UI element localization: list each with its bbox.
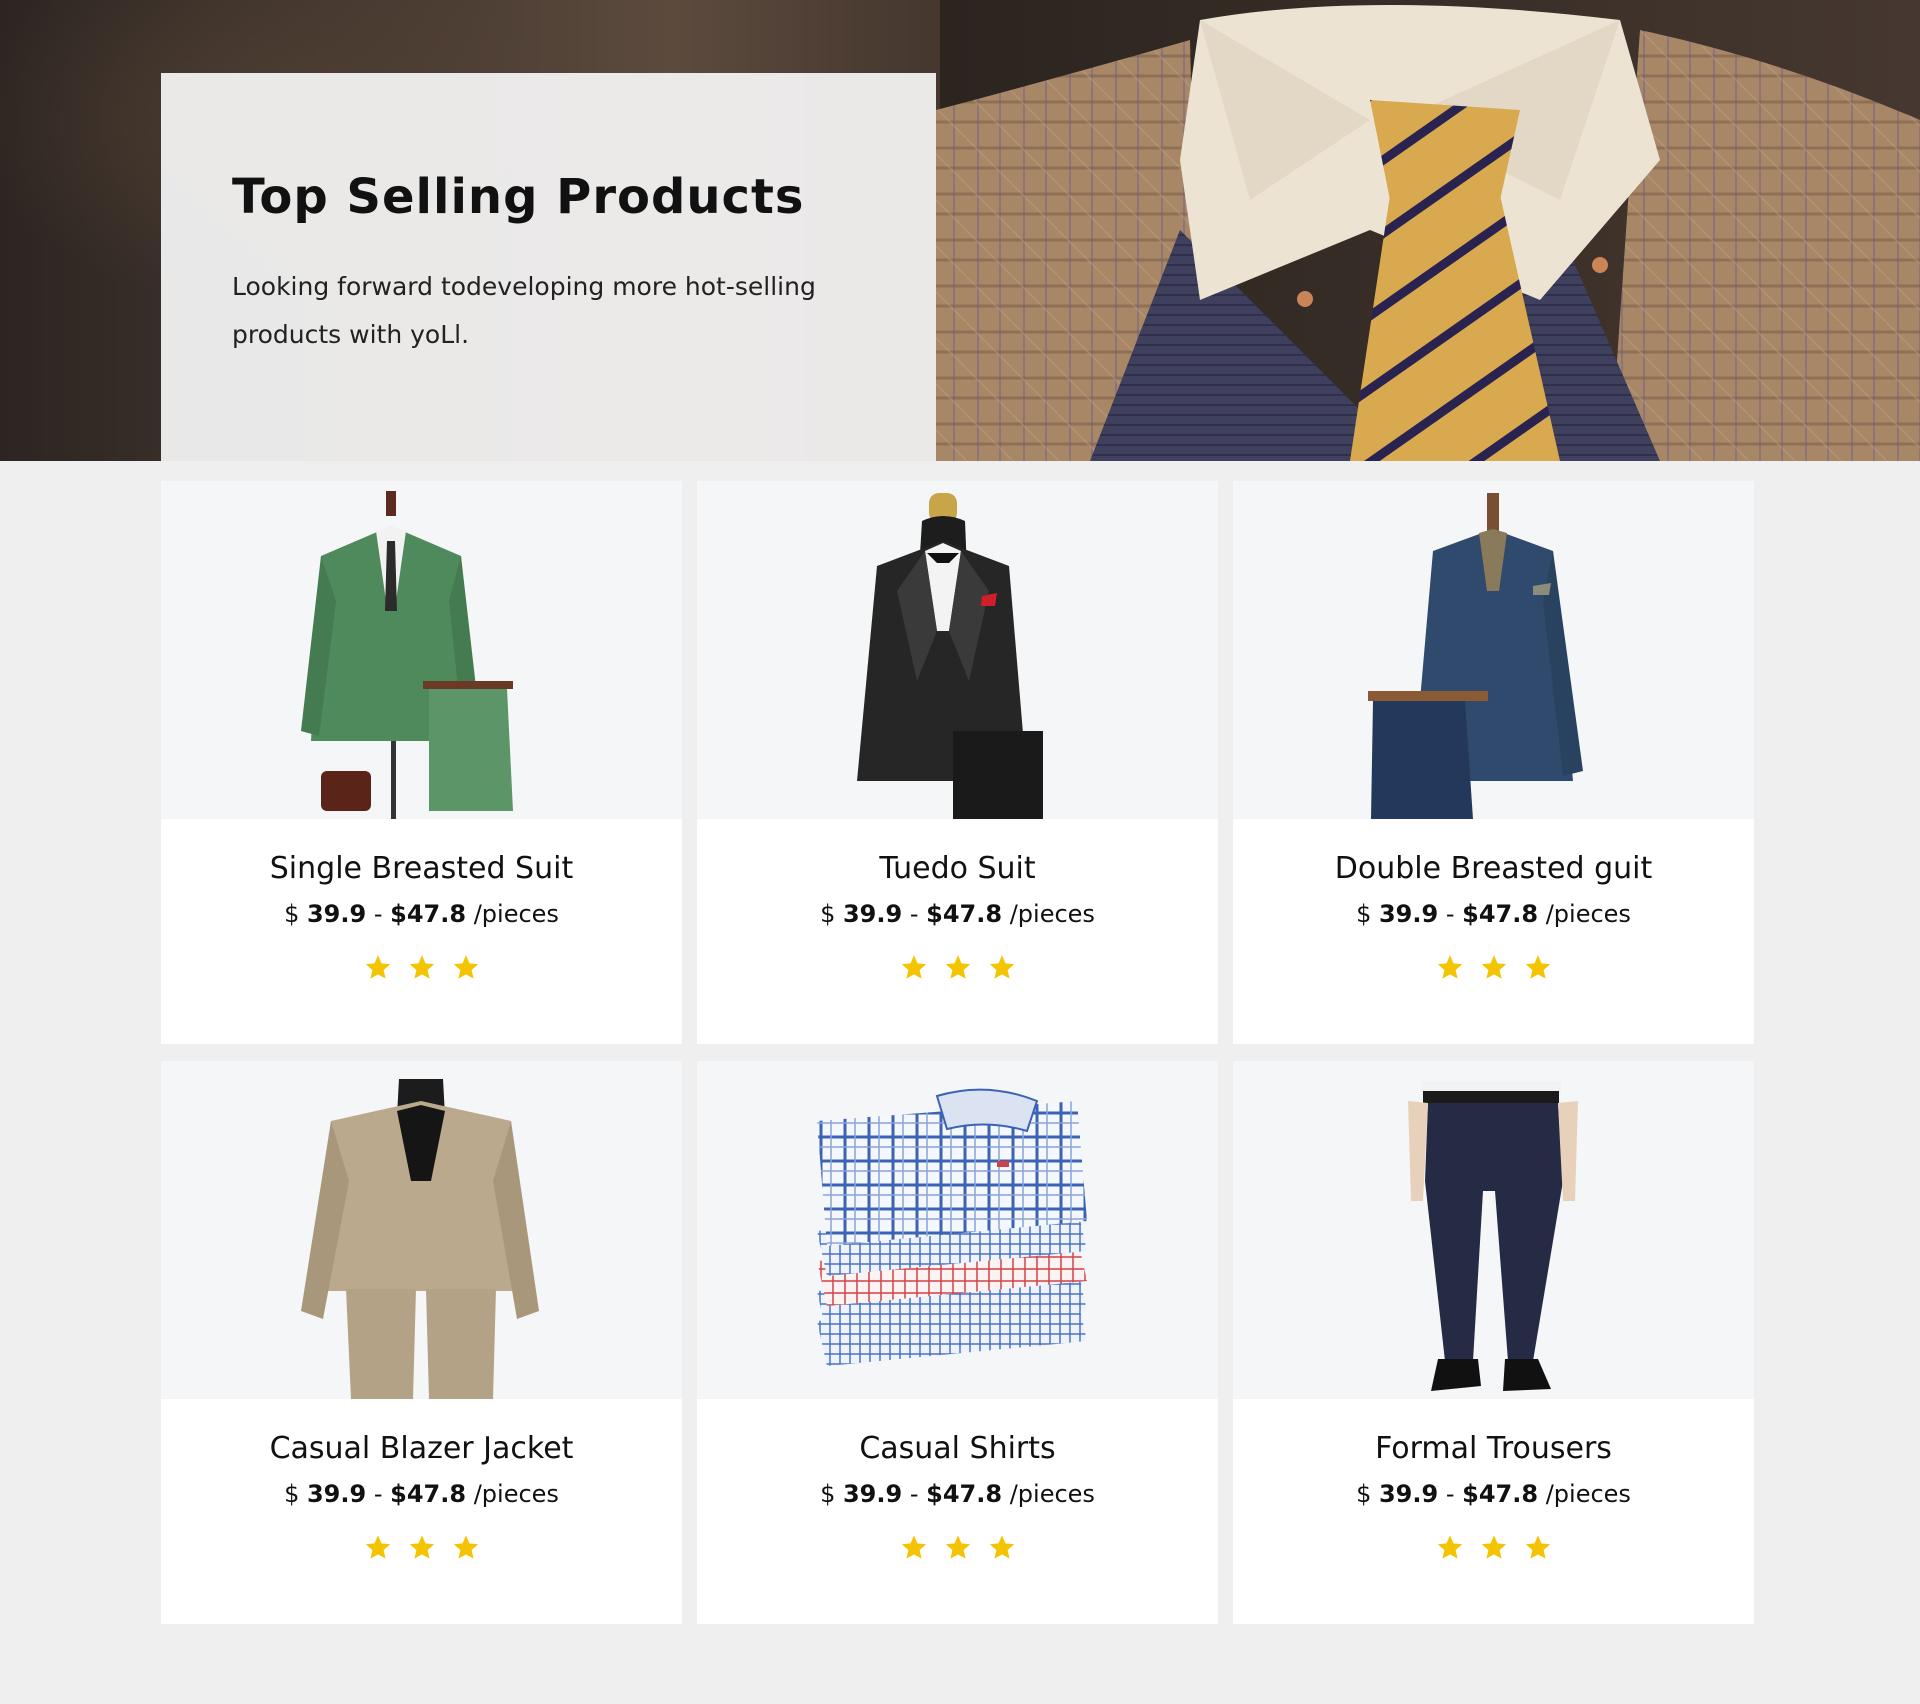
rating-stars bbox=[161, 1533, 682, 1561]
product-name[interactable]: Casual Blazer Jacket bbox=[161, 1431, 682, 1467]
product-name[interactable]: Tuedo Suit bbox=[697, 851, 1218, 887]
price-unit: /pieces bbox=[473, 900, 559, 928]
product-image[interactable] bbox=[697, 481, 1218, 819]
star-icon bbox=[1437, 955, 1462, 979]
product-card[interactable]: Single Breasted Suit $ 39.9 - $47.8 /pie… bbox=[161, 481, 682, 1044]
price-min: 39.9 bbox=[842, 1480, 903, 1508]
star-icon bbox=[1481, 955, 1506, 979]
rating-stars bbox=[697, 953, 1218, 981]
price-min: 39.9 bbox=[842, 900, 903, 928]
star-icon bbox=[1525, 1535, 1550, 1559]
price-max: $47.8 bbox=[926, 900, 1003, 928]
star-icon bbox=[365, 955, 390, 979]
product-card[interactable]: Double Breasted guit $ 39.9 - $47.8 /pie… bbox=[1233, 481, 1754, 1044]
price-currency: $ bbox=[1356, 1480, 1372, 1508]
star-icon bbox=[409, 1535, 434, 1559]
price-separator: - bbox=[1445, 900, 1455, 928]
star-icon bbox=[945, 1535, 970, 1559]
price-currency: $ bbox=[820, 900, 836, 928]
price-max: $47.8 bbox=[1462, 900, 1539, 928]
product-name[interactable]: Single Breasted Suit bbox=[161, 851, 682, 887]
star-icon bbox=[901, 955, 926, 979]
product-card[interactable]: Formal Trousers $ 39.9 - $47.8 /pieces bbox=[1233, 1061, 1754, 1624]
price-max: $47.8 bbox=[390, 900, 467, 928]
product-image[interactable] bbox=[697, 1061, 1218, 1399]
product-image[interactable] bbox=[161, 1061, 682, 1399]
product-card[interactable]: Casual Blazer Jacket $ 39.9 - $47.8 /pie… bbox=[161, 1061, 682, 1624]
product-price: $ 39.9 - $47.8 /pieces bbox=[697, 1479, 1218, 1509]
product-price: $ 39.9 - $47.8 /pieces bbox=[697, 899, 1218, 929]
product-name[interactable]: Casual Shirts bbox=[697, 1431, 1218, 1467]
star-icon bbox=[945, 955, 970, 979]
rating-stars bbox=[1233, 1533, 1754, 1561]
product-card[interactable]: Casual Shirts $ 39.9 - $47.8 /pieces bbox=[697, 1061, 1218, 1624]
intro-card: Top Selling Products Looking forward tod… bbox=[161, 73, 936, 461]
price-currency: $ bbox=[1356, 900, 1372, 928]
price-min: 39.9 bbox=[306, 1480, 367, 1508]
product-price: $ 39.9 - $47.8 /pieces bbox=[1233, 1479, 1754, 1509]
product-price: $ 39.9 - $47.8 /pieces bbox=[1233, 899, 1754, 929]
price-unit: /pieces bbox=[1009, 900, 1095, 928]
product-card[interactable]: Tuedo Suit $ 39.9 - $47.8 /pieces bbox=[697, 481, 1218, 1044]
price-unit: /pieces bbox=[1545, 900, 1631, 928]
star-icon bbox=[409, 955, 434, 979]
price-currency: $ bbox=[284, 900, 300, 928]
price-currency: $ bbox=[284, 1480, 300, 1508]
price-separator: - bbox=[909, 1480, 919, 1508]
price-separator: - bbox=[909, 900, 919, 928]
star-icon bbox=[1481, 1535, 1506, 1559]
price-min: 39.9 bbox=[1378, 1480, 1439, 1508]
section-description: Looking forward todeveloping more hot-se… bbox=[232, 272, 816, 349]
product-image[interactable] bbox=[1233, 481, 1754, 819]
product-grid: Single Breasted Suit $ 39.9 - $47.8 /pie… bbox=[161, 481, 1754, 1624]
price-separator: - bbox=[373, 1480, 383, 1508]
product-image[interactable] bbox=[161, 481, 682, 819]
price-min: 39.9 bbox=[306, 900, 367, 928]
price-min: 39.9 bbox=[1378, 900, 1439, 928]
price-separator: - bbox=[1445, 1480, 1455, 1508]
price-max: $47.8 bbox=[926, 1480, 1003, 1508]
star-icon bbox=[989, 955, 1014, 979]
price-unit: /pieces bbox=[1009, 1480, 1095, 1508]
star-icon bbox=[989, 1535, 1014, 1559]
hero-banner: Top Selling Products Looking forward tod… bbox=[0, 0, 1920, 461]
price-currency: $ bbox=[820, 1480, 836, 1508]
product-image[interactable] bbox=[1233, 1061, 1754, 1399]
rating-stars bbox=[697, 1533, 1218, 1561]
product-price: $ 39.9 - $47.8 /pieces bbox=[161, 899, 682, 929]
section-title: Top Selling Products bbox=[232, 169, 805, 225]
price-unit: /pieces bbox=[1545, 1480, 1631, 1508]
product-name[interactable]: Double Breasted guit bbox=[1233, 851, 1754, 887]
star-icon bbox=[901, 1535, 926, 1559]
product-price: $ 39.9 - $47.8 /pieces bbox=[161, 1479, 682, 1509]
star-icon bbox=[453, 955, 478, 979]
product-name[interactable]: Formal Trousers bbox=[1233, 1431, 1754, 1467]
star-icon bbox=[365, 1535, 390, 1559]
star-icon bbox=[1437, 1535, 1462, 1559]
price-separator: - bbox=[373, 900, 383, 928]
star-icon bbox=[453, 1535, 478, 1559]
rating-stars bbox=[1233, 953, 1754, 981]
rating-stars bbox=[161, 953, 682, 981]
price-unit: /pieces bbox=[473, 1480, 559, 1508]
star-icon bbox=[1525, 955, 1550, 979]
price-max: $47.8 bbox=[390, 1480, 467, 1508]
price-max: $47.8 bbox=[1462, 1480, 1539, 1508]
